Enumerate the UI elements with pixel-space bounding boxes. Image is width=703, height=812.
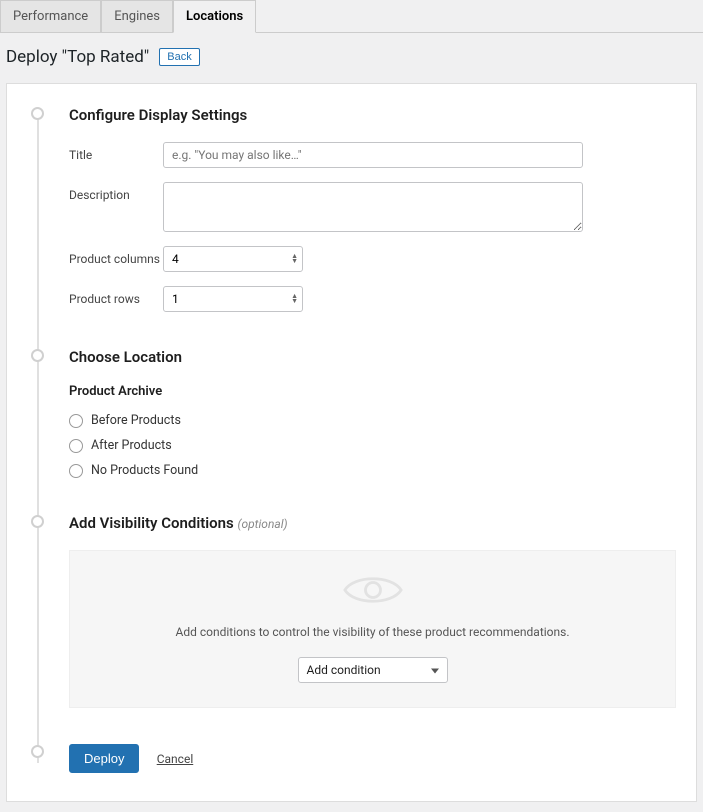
tab-performance[interactable]: Performance: [0, 0, 101, 32]
deploy-button[interactable]: Deploy: [69, 744, 139, 773]
step-display-settings: Configure Display Settings Title Descrip…: [27, 106, 676, 312]
radio-after-products[interactable]: After Products: [69, 438, 676, 453]
product-archive-heading: Product Archive: [69, 384, 676, 399]
product-columns-label: Product columns: [69, 246, 163, 266]
stepper-icon[interactable]: ▲▼: [291, 254, 298, 264]
tab-locations[interactable]: Locations: [173, 0, 256, 33]
product-rows-label: Product rows: [69, 286, 163, 306]
radio-label: Before Products: [91, 413, 181, 428]
radio-icon: [69, 464, 83, 478]
description-label: Description: [69, 182, 163, 202]
step-title-location: Choose Location: [69, 348, 676, 366]
step-title-visibility: Add Visibility Conditions (optional): [69, 514, 676, 532]
step-dot-icon: [31, 349, 44, 362]
step-dot-icon: [31, 745, 44, 758]
tab-engines[interactable]: Engines: [101, 0, 173, 32]
tab-bar: Performance Engines Locations: [0, 0, 703, 33]
radio-before-products[interactable]: Before Products: [69, 413, 676, 428]
radio-label: No Products Found: [91, 463, 198, 478]
visibility-hint: Add conditions to control the visibility…: [86, 625, 659, 639]
product-columns-input[interactable]: [163, 246, 303, 272]
page-title: Deploy "Top Rated": [6, 47, 149, 67]
step-visibility: Add Visibility Conditions (optional) Add…: [27, 514, 676, 708]
stepper-icon[interactable]: ▲▼: [291, 294, 298, 304]
visibility-box: Add conditions to control the visibility…: [69, 550, 676, 708]
step-choose-location: Choose Location Product Archive Before P…: [27, 348, 676, 478]
step-dot-icon: [31, 515, 44, 528]
step-actions: Deploy Cancel: [27, 744, 676, 773]
radio-label: After Products: [91, 438, 172, 453]
title-label: Title: [69, 142, 163, 162]
cancel-link[interactable]: Cancel: [157, 752, 194, 766]
back-button[interactable]: Back: [159, 48, 199, 66]
step-title-display: Configure Display Settings: [69, 106, 676, 124]
step-dot-icon: [31, 107, 44, 120]
radio-no-products[interactable]: No Products Found: [69, 463, 676, 478]
title-input[interactable]: [163, 142, 583, 168]
optional-label: (optional): [238, 517, 288, 531]
product-rows-input[interactable]: [163, 286, 303, 312]
radio-icon: [69, 439, 83, 453]
eye-icon: [343, 571, 403, 609]
description-input[interactable]: [163, 182, 583, 232]
radio-icon: [69, 414, 83, 428]
add-condition-select[interactable]: Add condition: [298, 657, 448, 683]
